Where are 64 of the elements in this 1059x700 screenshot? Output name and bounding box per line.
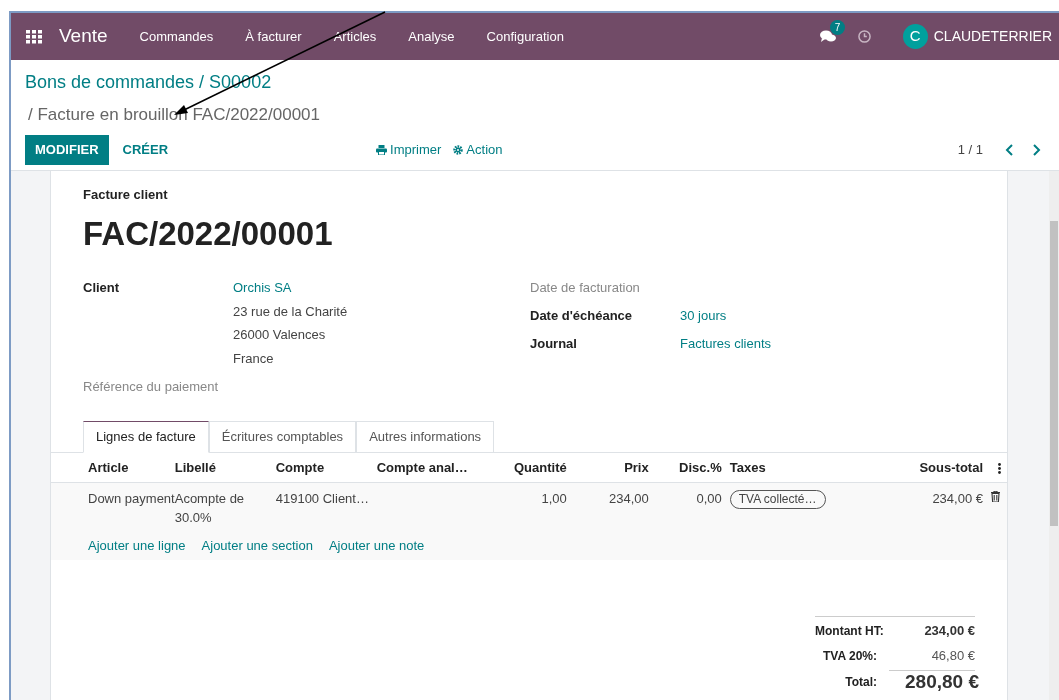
table-cell: 0,00 — [696, 491, 722, 506]
clock-icon[interactable] — [857, 30, 871, 43]
printer-icon — [376, 144, 388, 155]
tab[interactable]: Autres informations — [356, 420, 495, 453]
column-options-icon[interactable] — [997, 462, 1001, 474]
user-name[interactable]: CLAUDETERRIER — [933, 26, 1052, 47]
invoice-number: FAC/2022/00001 — [83, 213, 334, 254]
column-header: Libellé — [174, 452, 276, 483]
column-header: Prix — [566, 452, 649, 483]
field-label: Journal — [530, 335, 578, 351]
menu-item[interactable]: Configuration — [470, 26, 580, 47]
add-link[interactable]: Ajouter une note — [328, 536, 425, 556]
invoice-type: Facture client — [83, 186, 169, 204]
column-header: Sous-total — [836, 452, 991, 483]
apps-menu-icon[interactable] — [26, 29, 42, 44]
table-cell: 234,00 — [608, 491, 649, 506]
table-cell: 419100 Client… — [275, 491, 369, 506]
total-label: TVA 20%: — [823, 648, 877, 665]
app-title[interactable]: Vente — [59, 22, 108, 51]
next-icon[interactable] — [1032, 143, 1041, 156]
add-link[interactable]: Ajouter une ligne — [88, 536, 186, 556]
chat-icon[interactable] — [819, 29, 836, 44]
print-button[interactable]: Imprimer — [376, 139, 442, 160]
column-header: Compte — [275, 452, 377, 483]
column-header: Disc.% — [648, 452, 722, 483]
column-header: Quantité — [486, 452, 567, 483]
table-cell: Down payment — [88, 491, 175, 506]
action-button[interactable]: Action — [453, 139, 503, 160]
edit-button[interactable]: MODIFIER — [25, 134, 109, 165]
field-label: Date d'échéance — [530, 307, 634, 323]
gear-icon — [453, 144, 464, 155]
menu-item[interactable]: Commandes — [123, 26, 230, 47]
field-value[interactable]: 30 jours — [680, 306, 727, 323]
menu-item[interactable]: Articles — [317, 26, 393, 47]
table-cell: Acompte de 30.0% — [174, 491, 245, 525]
field-label: Client — [83, 279, 121, 297]
total-label: Total: — [845, 673, 877, 691]
total-value: 46,80 € — [930, 647, 975, 665]
field-label: Date de facturation — [530, 279, 641, 295]
table-cell: 1,00 — [541, 491, 567, 506]
menu-item[interactable]: À facturer — [229, 26, 318, 47]
column-header: Article — [51, 452, 175, 483]
user-avatar[interactable]: C — [902, 24, 928, 49]
table-cell: 234,00 € — [932, 491, 983, 506]
create-button[interactable]: CRÉER — [108, 134, 183, 165]
total-value: 234,00 € — [923, 622, 975, 640]
scrollbar-thumb[interactable] — [1050, 221, 1058, 526]
trash-icon[interactable] — [991, 491, 1000, 502]
menu-item[interactable]: Analyse — [392, 26, 471, 47]
previous-icon[interactable] — [1005, 143, 1014, 156]
column-header: Taxes — [721, 452, 837, 483]
add-link[interactable]: Ajouter une section — [201, 536, 313, 556]
notification-badge: 7 — [829, 19, 846, 35]
tab[interactable]: Lignes de facture — [83, 420, 209, 453]
pager-value: 1 / 1 — [957, 140, 983, 159]
column-header: Compte anal… — [376, 452, 487, 483]
address-line: France — [233, 349, 275, 368]
address-line: 26000 Valences — [233, 326, 327, 344]
total-label: Montant HT: — [815, 623, 884, 640]
field-label: Référence du paiement — [83, 378, 220, 396]
field-value[interactable]: Factures clients — [680, 334, 772, 351]
customer-link[interactable]: Orchis SA — [233, 278, 348, 298]
tab[interactable]: Écritures comptables — [208, 420, 357, 453]
address-line: 23 rue de la Charité — [233, 302, 348, 321]
